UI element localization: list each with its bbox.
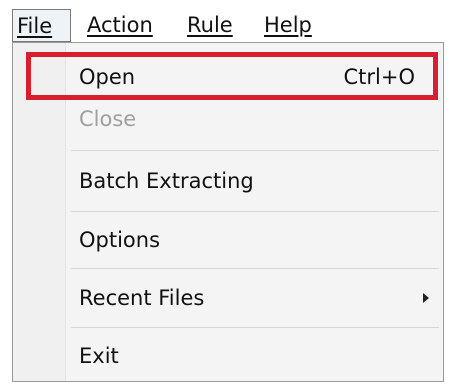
menu-help[interactable]: Help [264, 9, 312, 42]
menu-bar: File Action Rule Help [0, 0, 450, 46]
menu-rule-label: Rule [187, 13, 233, 37]
menu-item-exit[interactable]: Exit [13, 336, 443, 376]
menu-item-exit-label: Exit [79, 344, 119, 368]
menu-item-open-label: Open [79, 65, 136, 89]
menu-item-recent-files-label: Recent Files [79, 286, 205, 310]
menu-file-label: File [17, 14, 53, 38]
menu-file[interactable]: File [12, 9, 71, 42]
menu-help-label: Help [264, 13, 312, 37]
menu-item-recent-files[interactable]: Recent Files [13, 278, 443, 318]
menu-item-batch-extracting[interactable]: Batch Extracting [13, 161, 443, 201]
menu-item-close: Close [13, 99, 443, 139]
menu-item-options[interactable]: Options [13, 220, 443, 260]
menu-separator [71, 268, 439, 269]
menu-action-label: Action [87, 13, 153, 37]
menu-item-open[interactable]: Open Ctrl+O [13, 57, 443, 97]
menu-item-options-label: Options [79, 228, 161, 252]
menu-action[interactable]: Action [87, 9, 153, 42]
menu-separator [71, 150, 439, 151]
menu-item-close-label: Close [79, 107, 137, 131]
file-dropdown-menu: Open Ctrl+O Close Batch Extracting Optio… [12, 42, 444, 382]
menu-rule[interactable]: Rule [187, 9, 233, 42]
menu-item-batch-extracting-label: Batch Extracting [79, 169, 254, 193]
menu-separator [71, 327, 439, 328]
menu-item-open-shortcut: Ctrl+O [343, 65, 416, 89]
menu-separator [71, 211, 439, 212]
submenu-arrow-icon [423, 293, 429, 303]
